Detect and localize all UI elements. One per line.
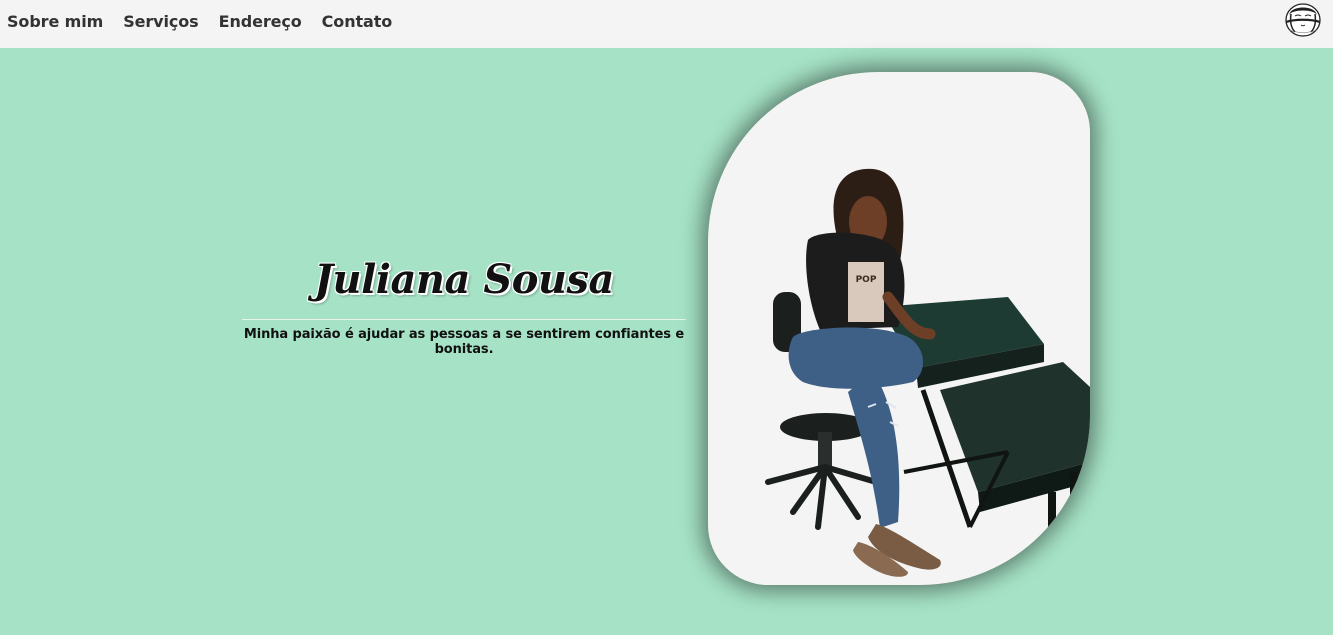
portrait-illustration: POP [765, 168, 1090, 580]
main-nav: Sobre mim Serviços Endereço Contato [7, 0, 392, 43]
hero-name-heading: Juliana Sousa [314, 256, 614, 303]
nav-link-contato[interactable]: Contato [322, 12, 393, 31]
brand-logo[interactable] [1281, 1, 1325, 39]
hero-divider [242, 319, 686, 320]
top-navbar: Sobre mim Serviços Endereço Contato [0, 0, 1333, 48]
nav-link-sobre-mim[interactable]: Sobre mim [7, 12, 103, 31]
svg-text:POP: POP [856, 275, 877, 285]
hero-tagline: Minha paixão é ajudar as pessoas a se se… [243, 327, 685, 357]
woman: POP [788, 168, 941, 577]
face-logo-icon [1285, 3, 1321, 37]
hero-text-block: Juliana Sousa Minha paixão é ajudar as p… [242, 245, 686, 357]
portrait-photo: POP [708, 72, 1090, 585]
nav-link-servicos[interactable]: Serviços [123, 12, 198, 31]
nav-link-endereco[interactable]: Endereço [219, 12, 302, 31]
